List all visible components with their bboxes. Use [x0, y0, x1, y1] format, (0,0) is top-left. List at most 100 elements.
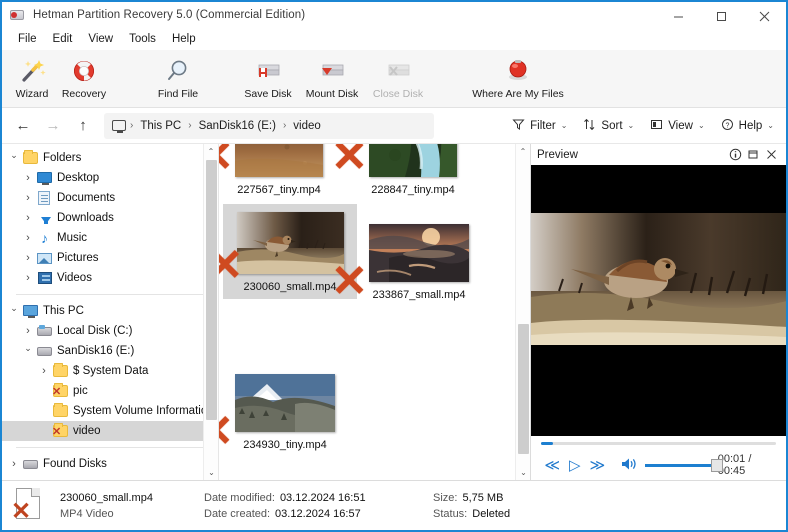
- breadcrumb-item-video[interactable]: video: [288, 120, 326, 132]
- chevron-down-icon[interactable]: [6, 153, 22, 164]
- help-button[interactable]: ? Help ⌄: [713, 114, 782, 138]
- close-icon[interactable]: [762, 146, 780, 164]
- volume-icon[interactable]: [621, 457, 637, 474]
- deleted-x-icon: ✕: [331, 144, 368, 181]
- sort-label: Sort: [601, 119, 623, 132]
- menu-help[interactable]: Help: [164, 31, 204, 47]
- tree-item-videos[interactable]: Videos: [2, 268, 218, 288]
- menu-tools[interactable]: Tools: [121, 31, 164, 47]
- chevron-right-icon[interactable]: [6, 458, 22, 470]
- tree-item-desktop[interactable]: Desktop: [2, 168, 218, 188]
- view-button[interactable]: View ⌄: [642, 114, 712, 138]
- file-list-scrollbar[interactable]: ⌃ ⌄: [515, 144, 530, 480]
- tree-item-this-pc[interactable]: This PC: [2, 301, 218, 321]
- tree-label: $ System Data: [73, 365, 149, 377]
- tree-item-pictures[interactable]: Pictures: [2, 248, 218, 268]
- volume-slider-knob[interactable]: [710, 458, 723, 472]
- tree-divider: [16, 294, 208, 295]
- scroll-up-arrow[interactable]: ⌃: [204, 144, 218, 159]
- play-button[interactable]: ▷: [564, 456, 587, 474]
- title-bar: Hetman Partition Recovery 5.0 (Commercia…: [2, 0, 786, 28]
- file-tile[interactable]: ✕ 233867_small.mp4: [331, 216, 475, 307]
- toolbar-save-disk-button[interactable]: Save Disk: [238, 54, 298, 100]
- chevron-right-icon[interactable]: [20, 252, 36, 264]
- toolbar-close-disk-button[interactable]: Close Disk: [368, 54, 428, 100]
- chevron-down-icon: ⌄: [560, 121, 568, 130]
- tree-item-found-disks[interactable]: Found Disks: [2, 454, 218, 474]
- chevron-right-icon[interactable]: [20, 172, 36, 184]
- thumbnail: ✕: [331, 224, 469, 304]
- forward-button[interactable]: →: [38, 112, 68, 140]
- chevron-down-icon[interactable]: [20, 346, 36, 357]
- tree-label: Folders: [43, 152, 82, 164]
- breadcrumb-separator: ›: [282, 120, 287, 131]
- tree-item-pic[interactable]: ✕ pic: [2, 381, 218, 401]
- menu-edit[interactable]: Edit: [45, 31, 81, 47]
- menu-file[interactable]: File: [10, 31, 45, 47]
- thumb-sparrow-wall: [236, 212, 344, 274]
- scroll-down-arrow[interactable]: ⌄: [204, 465, 218, 480]
- back-button[interactable]: ←: [8, 112, 38, 140]
- chevron-right-icon[interactable]: [20, 192, 36, 204]
- chevron-right-icon[interactable]: [36, 365, 52, 377]
- chevron-down-icon[interactable]: [6, 306, 22, 317]
- tree-item-system-data[interactable]: $ System Data: [2, 361, 218, 381]
- playback-progress-bar[interactable]: [541, 442, 776, 445]
- tree-item-documents[interactable]: Documents: [2, 188, 218, 208]
- toolbar-mount-disk-button[interactable]: Mount Disk: [302, 54, 362, 100]
- file-tile[interactable]: ✕ 234930_tiny.mp4: [219, 366, 341, 457]
- toolbar-where-are-my-files-button[interactable]: Where Are My Files: [468, 54, 568, 100]
- lifebuoy-icon: [67, 57, 101, 85]
- fast-forward-button[interactable]: ≫: [586, 456, 609, 474]
- app-icon: [10, 7, 26, 23]
- rewind-button[interactable]: ≪: [541, 456, 564, 474]
- tree-item-system-volume-information[interactable]: System Volume Information: [2, 401, 218, 421]
- toolbar-find-file-button[interactable]: Find File: [148, 54, 208, 100]
- menu-view[interactable]: View: [80, 31, 121, 47]
- video-controls: ≪ ▷ ≫ 00:01 / 00:45: [531, 436, 786, 480]
- toolbar-mount-disk-label: Mount Disk: [305, 88, 359, 100]
- deleted-x-icon: ✕: [219, 144, 234, 179]
- scrollbar-thumb[interactable]: [518, 324, 529, 454]
- deleted-x-icon: ✕: [331, 257, 368, 306]
- chevron-right-icon[interactable]: [20, 325, 36, 337]
- chevron-right-icon[interactable]: [20, 232, 36, 244]
- tree-item-downloads[interactable]: Downloads: [2, 208, 218, 228]
- breadcrumb[interactable]: › This PC › SanDisk16 (E:) › video: [104, 112, 434, 139]
- scroll-up-arrow[interactable]: ⌃: [516, 144, 530, 159]
- breadcrumb-item-sandisk16[interactable]: SanDisk16 (E:): [194, 120, 281, 132]
- tree-item-sandisk16-e[interactable]: SanDisk16 (E:): [2, 341, 218, 361]
- volume-slider[interactable]: [644, 458, 723, 472]
- sort-button[interactable]: Sort ⌄: [575, 114, 642, 138]
- sort-icon: [583, 118, 596, 134]
- toolbar-where-are-my-files-label: Where Are My Files: [472, 88, 564, 100]
- tree-item-music[interactable]: ♪ Music: [2, 228, 218, 248]
- minimize-button[interactable]: [657, 2, 700, 30]
- magnifier-icon: [161, 57, 195, 85]
- filter-button[interactable]: Filter ⌄: [504, 114, 575, 138]
- tree-item-local-disk-c[interactable]: Local Disk (C:): [2, 321, 218, 341]
- chevron-right-icon[interactable]: [20, 212, 36, 224]
- file-tile[interactable]: ✕ 228847_tiny.mp4: [331, 144, 463, 202]
- file-list-pane[interactable]: ✕ 227567_tiny.mp4 ✕: [219, 144, 530, 480]
- chevron-right-icon[interactable]: [20, 272, 36, 284]
- breadcrumb-item-this-pc[interactable]: This PC: [135, 120, 186, 132]
- scrollbar-thumb[interactable]: [206, 160, 217, 420]
- toolbar-recovery-label: Recovery: [61, 88, 107, 100]
- tree-item-folders[interactable]: Folders: [2, 148, 218, 168]
- tree-item-video[interactable]: ✕ video: [2, 421, 218, 441]
- thumb-snow-mountain: [235, 374, 335, 432]
- close-button[interactable]: [743, 2, 786, 30]
- scroll-down-arrow[interactable]: ⌄: [516, 465, 530, 480]
- undock-icon[interactable]: [744, 146, 762, 164]
- toolbar-wizard-button[interactable]: Wizard: [2, 54, 62, 100]
- info-icon[interactable]: [726, 146, 744, 164]
- toolbar-recovery-button[interactable]: Recovery: [54, 54, 114, 100]
- video-preview-surface[interactable]: [531, 165, 786, 436]
- sidebar-scrollbar[interactable]: ⌃ ⌄: [203, 144, 218, 480]
- maximize-button[interactable]: [700, 2, 743, 30]
- file-tile[interactable]: ✕ 227567_tiny.mp4: [219, 144, 329, 202]
- up-button[interactable]: ↑: [68, 112, 98, 140]
- file-name: 227567_tiny.mp4: [237, 184, 321, 196]
- view-label: View: [668, 119, 693, 132]
